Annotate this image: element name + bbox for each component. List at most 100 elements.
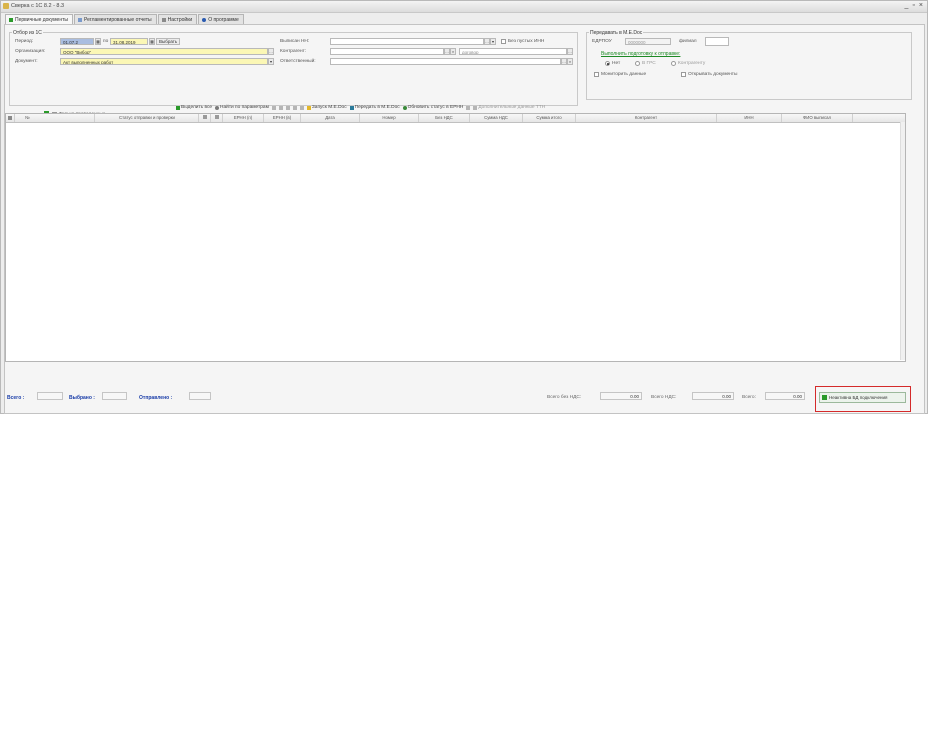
choose-button[interactable]: Выбрать xyxy=(156,38,181,45)
select-all-button[interactable]: Выделить все xyxy=(176,105,212,110)
ellipsis-button[interactable]: … xyxy=(567,48,573,55)
column-header-doc-number[interactable]: Номер xyxy=(360,114,419,122)
tab-label: Регламентированные отчеты xyxy=(83,16,152,23)
info-icon xyxy=(202,17,207,22)
show-docs-checkbox[interactable] xyxy=(681,72,686,77)
owner-inn-field[interactable] xyxy=(330,38,484,45)
selection-legend: Отбор из 1С xyxy=(12,30,43,36)
radio-no[interactable] xyxy=(605,61,610,66)
filter-button[interactable] xyxy=(292,105,297,110)
document-label: Документ: xyxy=(15,59,38,64)
tab-bar: Первичные документы Регламентированные о… xyxy=(5,14,245,25)
toolbar-label: Найти по параметрам xyxy=(220,105,269,110)
document-field[interactable]: Акт выполненных работ xyxy=(60,58,268,65)
column-header-total-sum[interactable]: Сумма итого xyxy=(523,114,576,122)
minimize-icon[interactable]: _ xyxy=(905,2,909,9)
send-icon xyxy=(349,105,354,110)
flag-icon xyxy=(202,115,207,119)
filial-label: филиал xyxy=(679,39,697,44)
period-from-field[interactable]: 01.07.2 xyxy=(60,38,94,45)
report-icon xyxy=(77,17,82,22)
print-button[interactable] xyxy=(466,105,471,110)
empty-inn-label: Без пустых ИНН xyxy=(508,39,545,44)
sum-total-label: Всего: xyxy=(742,395,756,400)
ellipsis-button[interactable]: … xyxy=(268,48,274,55)
column-header-status[interactable]: Статус отправки и проверки xyxy=(96,114,199,122)
organization-field[interactable]: ООО "Вибор" xyxy=(60,48,268,55)
documents-table[interactable]: № Статус отправки и проверки ЕРНН (п) ЕР… xyxy=(5,113,906,362)
column-header-inn[interactable]: ИНН xyxy=(717,114,782,122)
selected-label: Выбрано : xyxy=(69,395,95,401)
cut-icon xyxy=(271,105,276,110)
edrpou-label: ЕДРПОУ xyxy=(592,39,612,44)
column-header-flag[interactable] xyxy=(199,114,211,122)
calendar-icon[interactable]: ▦ xyxy=(95,38,101,45)
tab-label: О программе xyxy=(208,16,239,23)
chevron-down-icon[interactable]: ▾ xyxy=(268,58,274,65)
window-controls: _ ▫ × xyxy=(905,2,923,9)
empty-inn-checkbox[interactable] xyxy=(501,39,506,44)
column-header-no-vat[interactable]: Без НДС xyxy=(419,114,470,122)
send-medoc-button[interactable]: Передать в М.Е.Doc xyxy=(349,105,400,110)
monitor-label: Мониторить данные xyxy=(601,72,647,77)
app-icon xyxy=(3,3,9,9)
extra-ttn-button[interactable]: Дополнительные данные ТТН xyxy=(473,105,545,110)
copy-icon xyxy=(299,105,304,110)
period-to-field[interactable]: 31.08.2019 xyxy=(110,38,148,45)
transfer-legend: Передавать в М.Е.Doc xyxy=(589,30,644,36)
sort-desc-button[interactable] xyxy=(285,105,290,110)
column-header-erpn-v[interactable]: ЕРНН (в) xyxy=(264,114,301,122)
tab-about[interactable]: О программе xyxy=(198,14,244,24)
total-field xyxy=(37,392,63,400)
sort-asc-icon xyxy=(278,105,283,110)
without-vat-label: Всего без НДС: xyxy=(547,395,582,400)
column-header-vat-sum[interactable]: Сумма НДС xyxy=(470,114,523,122)
radio-grs[interactable] xyxy=(635,61,640,66)
db-connection-button[interactable]: Неактивна БД подключения xyxy=(819,392,906,403)
clear-icon[interactable]: × xyxy=(567,58,573,65)
column-header-date[interactable]: Дата xyxy=(301,114,360,122)
radio-grs-label: В ГРС xyxy=(642,61,656,66)
window-title: Сверка с 1С 8.2 - 8.3 xyxy=(11,3,65,9)
column-header-issuer[interactable]: ФИО выписал xyxy=(782,114,853,122)
radio-counterparty[interactable] xyxy=(671,61,676,66)
filial-field[interactable] xyxy=(705,37,729,46)
column-header-counterparty[interactable]: Контрагент xyxy=(576,114,717,122)
print-icon xyxy=(466,105,471,110)
contract-field[interactable]: договор xyxy=(459,48,567,55)
database-icon xyxy=(822,395,827,400)
transfer-group: Передавать в М.Е.Doc ЕДРПОУ 0000000 фили… xyxy=(586,30,912,100)
chevron-down-icon[interactable]: ▾ xyxy=(490,38,496,45)
prepare-link[interactable]: Выполнить подготовку к отправке: xyxy=(601,51,680,57)
vertical-scrollbar[interactable] xyxy=(900,122,905,360)
grid-toolbar: Выделить все Найти по параметрам Запуск … xyxy=(176,103,545,112)
document-icon xyxy=(9,18,13,22)
total-label: Всего : xyxy=(7,395,25,401)
maximize-icon[interactable]: ▫ xyxy=(912,2,914,9)
toolbar-label: Запуск М.Е.Doc xyxy=(311,105,347,110)
period-label: Период: xyxy=(15,39,34,44)
column-header-mark[interactable] xyxy=(211,114,223,122)
cut-button[interactable] xyxy=(271,105,276,110)
vat-total-field: 0.00 xyxy=(692,392,734,400)
launch-medoc-button[interactable]: Запуск М.Е.Doc xyxy=(306,105,347,110)
refresh-status-button[interactable]: Обновить статус в ЕРНН xyxy=(402,105,463,110)
close-icon[interactable]: × xyxy=(919,2,923,9)
copy-button[interactable] xyxy=(299,105,304,110)
counterparty-field[interactable] xyxy=(330,48,444,55)
sort-asc-button[interactable] xyxy=(278,105,283,110)
responsible-field[interactable] xyxy=(330,58,561,65)
column-header-number[interactable]: № xyxy=(15,114,95,122)
selection-group: Отбор из 1С Период: 01.07.2 ▦ по 31.08.2… xyxy=(9,30,578,106)
tab-settings[interactable]: Настройки xyxy=(157,14,198,24)
clear-icon[interactable]: × xyxy=(450,48,456,55)
tab-regulated-reports[interactable]: Регламентированные отчеты xyxy=(73,14,157,24)
radio-no-label: Нет xyxy=(612,61,621,66)
toolbar-label: Дополнительные данные ТТН xyxy=(478,105,546,110)
monitor-checkbox[interactable] xyxy=(594,72,599,77)
column-header-erpn-p[interactable]: ЕРНН (п) xyxy=(223,114,264,122)
calendar-icon[interactable]: ▦ xyxy=(149,38,155,45)
find-by-params-button[interactable]: Найти по параметрам xyxy=(215,105,269,110)
search-icon xyxy=(215,105,220,110)
edrpou-field[interactable]: 0000000 xyxy=(625,38,671,45)
